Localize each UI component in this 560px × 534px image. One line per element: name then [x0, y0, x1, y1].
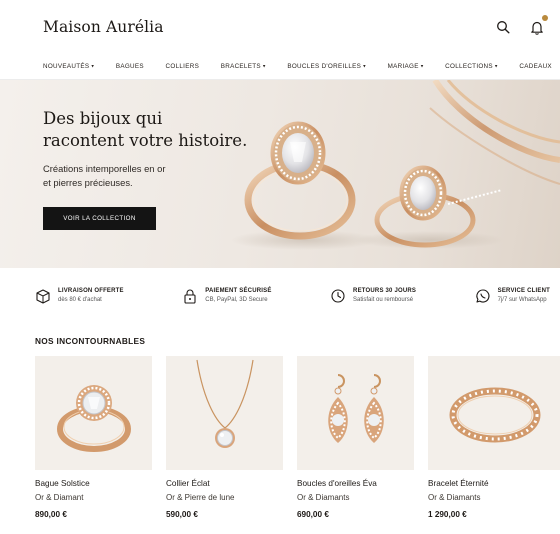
nav-label: Boucles d'oreilles [287, 63, 362, 70]
main-nav: Nouveautés ▾ Bagues Colliers Bracelets ▾ B… [0, 54, 560, 80]
bell-icon[interactable] [528, 15, 548, 36]
nav-label: Bagues [115, 63, 144, 70]
nav-item-cadeaux[interactable]: Cadeaux [519, 63, 552, 70]
nav-item-boucles[interactable]: Boucles d'oreilles ▾ [287, 63, 366, 70]
notification-badge [542, 15, 548, 21]
view-collection-button[interactable]: VOIR LA COLLECTION [43, 207, 156, 230]
brand-logo[interactable]: Maison Aurélia [43, 18, 164, 36]
product-name[interactable]: Boucles d'oreilles Éva [297, 479, 414, 488]
product-name[interactable]: Collier Éclat [166, 479, 283, 488]
bracelet-image [449, 387, 541, 443]
feature-returns: Retours 30 jours Satisfait ou remboursé [330, 288, 416, 304]
nav-label: Bracelets [220, 63, 261, 70]
product-price: 890,00 € [35, 510, 67, 519]
clock-return-icon [331, 289, 345, 303]
nav-item-nouveautes[interactable]: Nouveautés ▾ [43, 63, 94, 70]
product-card[interactable]: Collier Éclat Or & Pierre de lune 590,00… [166, 356, 283, 519]
whatsapp-icon [475, 289, 490, 303]
ring-image [56, 385, 131, 452]
product-material: Or & Diamants [428, 493, 481, 502]
lock-icon [184, 289, 196, 304]
chevron-down-icon: ▾ [262, 63, 266, 69]
product-price: 1 290,00 € [428, 510, 467, 519]
nav-label: Collections [445, 63, 493, 70]
nav-item-bracelets[interactable]: Bracelets ▾ [221, 63, 266, 70]
nav-item-collections[interactable]: Collections ▾ [445, 63, 498, 70]
product-name[interactable]: Bague Solstice [35, 479, 152, 488]
chevron-down-icon: ▾ [363, 63, 366, 69]
feature-title: Service client [497, 288, 550, 294]
feature-title: Retours 30 jours [353, 288, 417, 294]
hero-banner: Des bijoux qui racontent votre histoire.… [0, 80, 560, 268]
nav-label: Nouveautés [43, 63, 90, 70]
product-image[interactable] [35, 356, 152, 470]
product-image[interactable] [166, 356, 283, 470]
product-material: Or & Pierre de lune [166, 493, 235, 502]
chevron-down-icon: ▾ [91, 63, 95, 69]
product-price: 590,00 € [166, 510, 198, 519]
nav-label: Colliers [165, 63, 200, 70]
feature-subtitle: CB, PayPal, 3D Secure [205, 297, 268, 303]
product-card[interactable]: Boucles d'oreilles Éva Or & Diamants 690… [297, 356, 414, 519]
product-card[interactable]: Bague Solstice Or & Diamant 890,00 € [35, 356, 152, 519]
product-image[interactable] [297, 356, 414, 470]
header-actions [494, 15, 548, 36]
features-bar: Livraison offerte dès 80 € d'achat Paiem… [0, 268, 560, 324]
hero-rings-image [230, 80, 560, 250]
nav-label: Mariage [387, 63, 419, 70]
feature-subtitle: dès 80 € d'achat [58, 297, 102, 303]
nav-label: Cadeaux [519, 63, 552, 70]
feature-title: Livraison offerte [58, 288, 124, 294]
earrings-image [327, 374, 384, 443]
product-name[interactable]: Bracelet Éternité [428, 479, 560, 488]
chevron-down-icon: ▾ [494, 63, 498, 69]
feature-subtitle: Satisfait ou remboursé [353, 297, 414, 303]
delivery-box-icon [36, 289, 50, 304]
product-price: 690,00 € [297, 510, 329, 519]
search-icon[interactable] [494, 18, 512, 36]
product-material: Or & Diamants [297, 493, 350, 502]
feature-subtitle: 7j/7 sur WhatsApp [497, 297, 547, 303]
product-material: Or & Diamant [35, 493, 84, 502]
nav-item-colliers[interactable]: Colliers [166, 63, 200, 70]
product-grid: Bague Solstice Or & Diamant 890,00 € Col… [0, 356, 560, 519]
product-image[interactable] [428, 356, 560, 470]
nav-item-mariage[interactable]: Mariage ▾ [388, 63, 424, 70]
chevron-down-icon: ▾ [420, 63, 424, 69]
site-header: Maison Aurélia [0, 0, 560, 54]
feature-delivery: Livraison offerte dès 80 € d'achat [35, 288, 124, 304]
feature-title: Paiement sécurisé [205, 288, 272, 294]
necklace-image [195, 359, 254, 448]
nav-item-bagues[interactable]: Bagues [116, 63, 144, 70]
feature-support: Service client 7j/7 sur WhatsApp [475, 288, 550, 304]
section-title: NOS INCONTOURNABLES [35, 336, 146, 346]
feature-payment: Paiement sécurisé CB, PayPal, 3D Secure [182, 288, 271, 304]
product-card[interactable]: Bracelet Éternité Or & Diamants 1 290,00… [428, 356, 560, 519]
